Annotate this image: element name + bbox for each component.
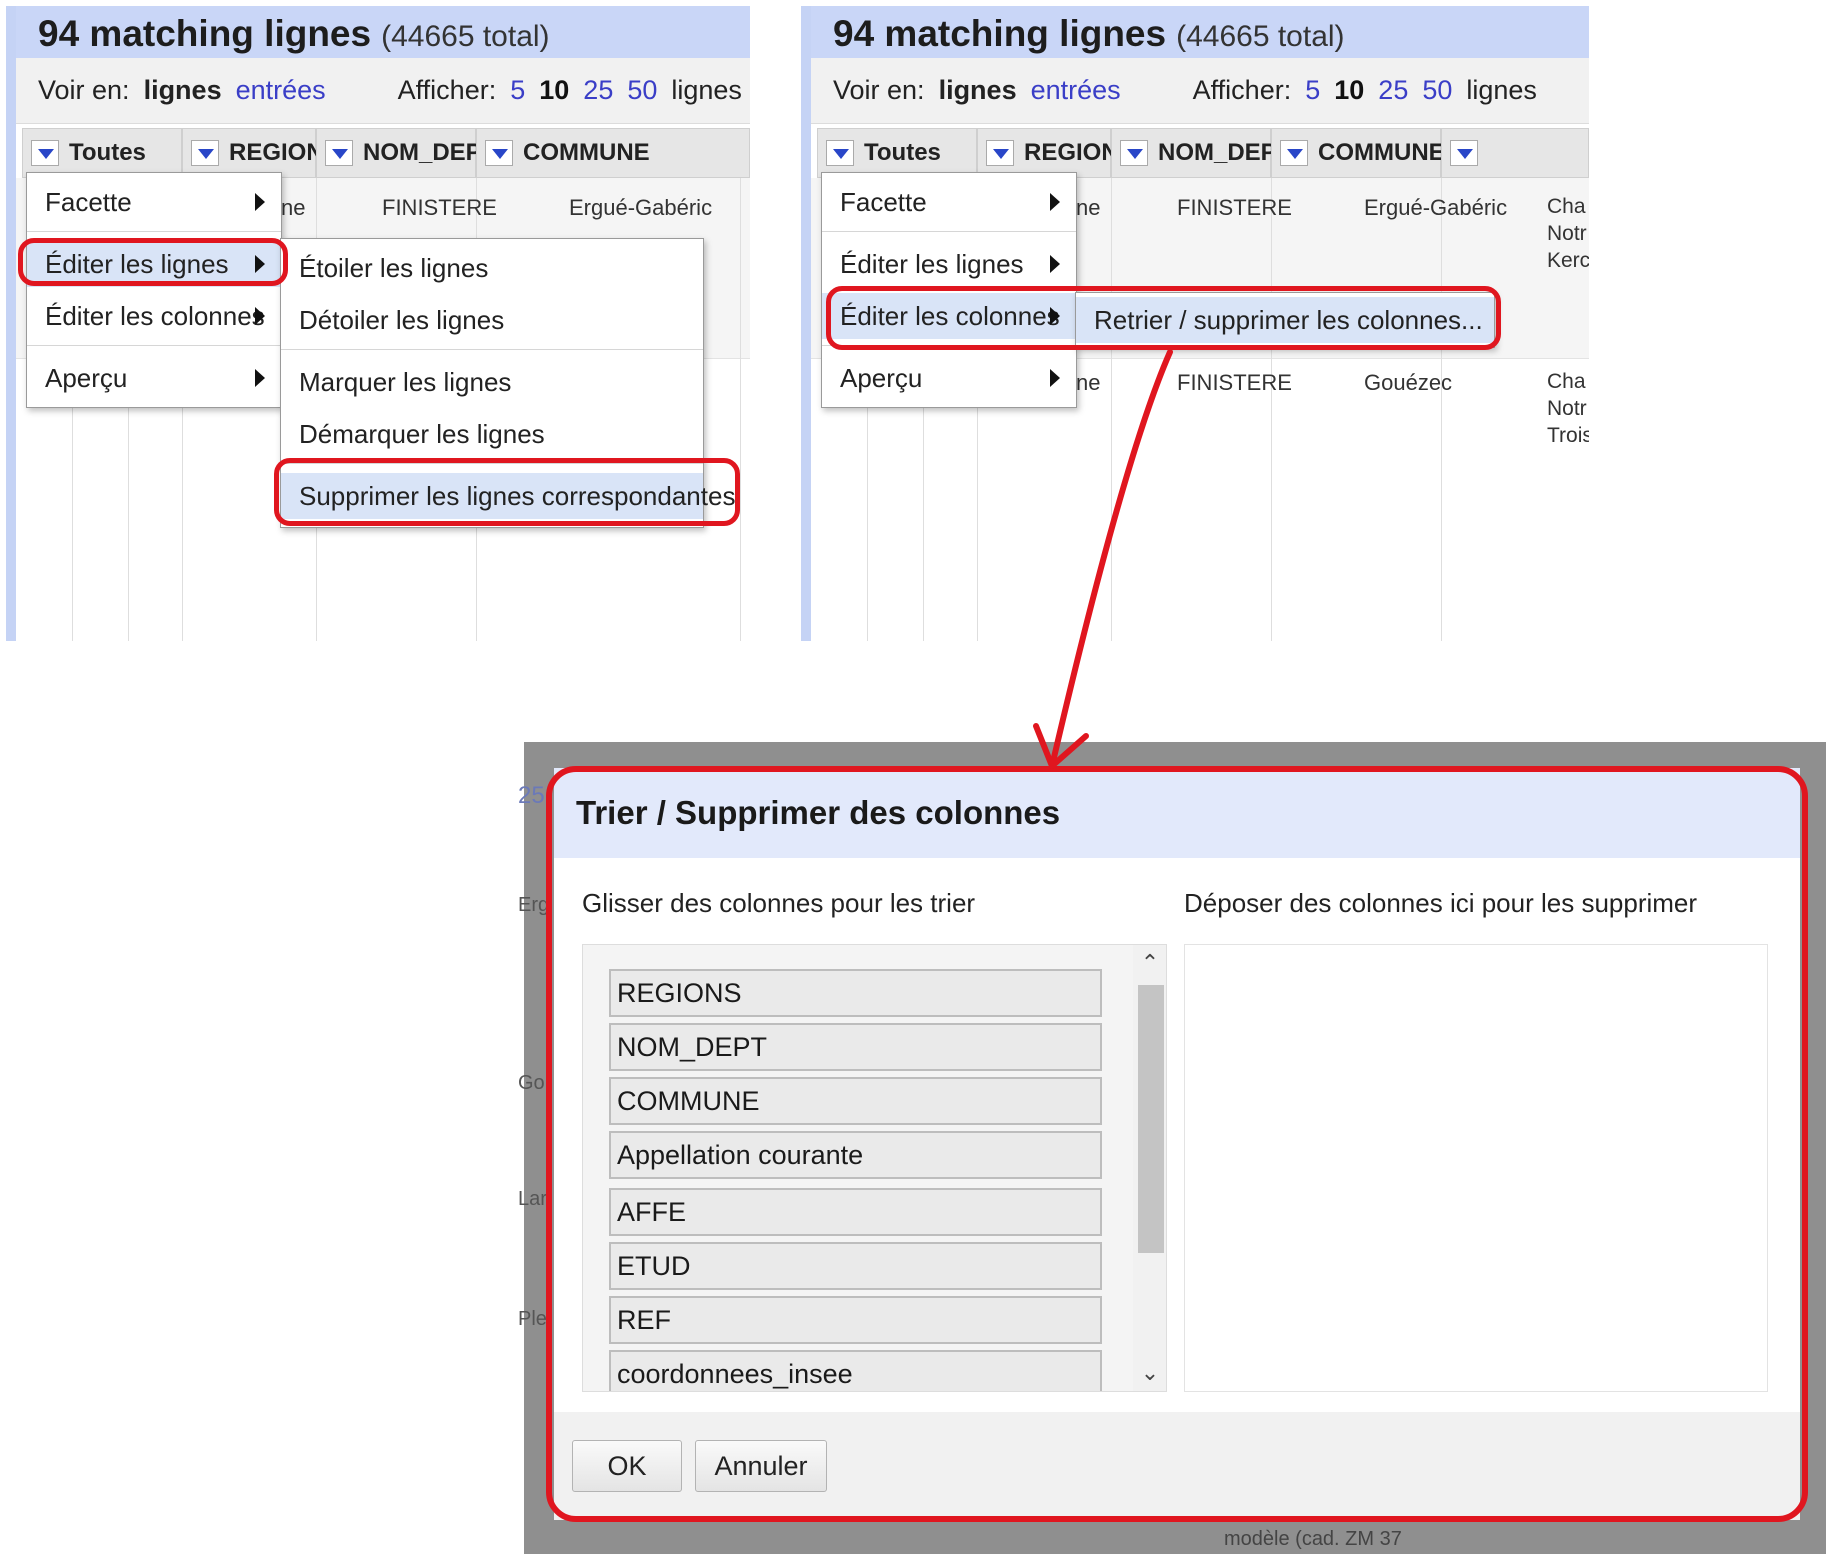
annotation-arrow: [1033, 349, 1173, 769]
